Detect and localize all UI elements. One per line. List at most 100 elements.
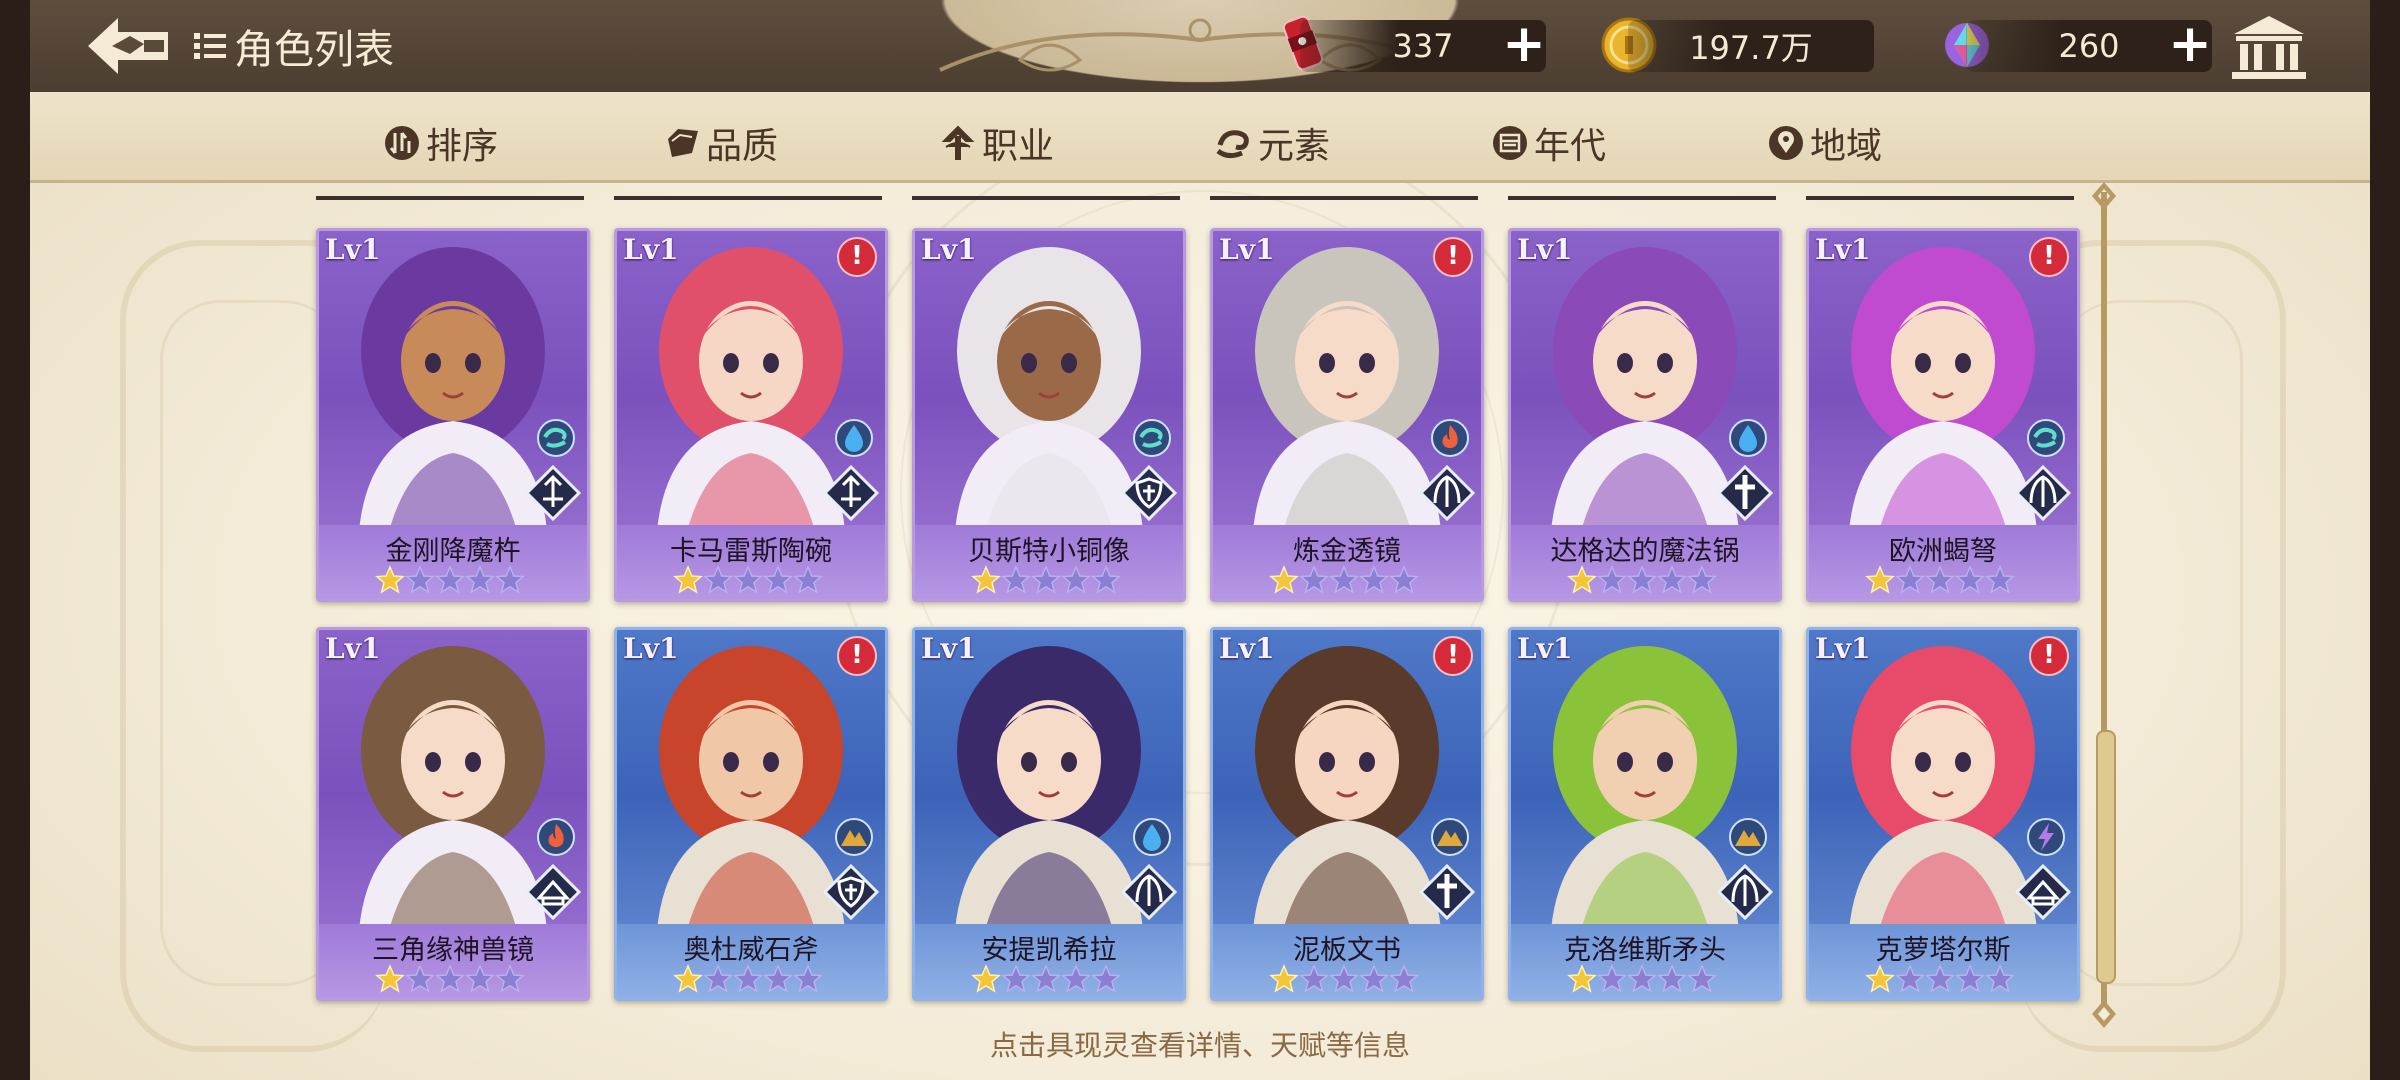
- filter-era-label: 年代: [1534, 126, 1607, 167]
- star-empty-icon: [1985, 964, 2015, 993]
- star-empty-icon: [1389, 964, 1419, 993]
- star-empty-icon: [1657, 964, 1687, 993]
- character-card[interactable]: Lv1 达格达的魔法锅: [1508, 228, 1782, 602]
- element-earth-icon: [835, 818, 873, 856]
- star-empty-icon: [1955, 565, 1985, 594]
- class-book-icon: [2014, 863, 2072, 921]
- star-rating: [1269, 964, 1419, 994]
- star-empty-icon: [703, 565, 733, 594]
- star-filled-icon: [1865, 964, 1895, 993]
- filter-quality[interactable]: 品质: [662, 116, 778, 170]
- element-earth-icon: [1729, 818, 1767, 856]
- character-name: 三角缘神兽镜: [372, 935, 534, 966]
- star-filled-icon: [1269, 565, 1299, 594]
- star-empty-icon: [1925, 565, 1955, 594]
- filter-sort[interactable]: 排序: [382, 116, 498, 170]
- level-label: Lv1: [921, 632, 977, 665]
- star-empty-icon: [1031, 565, 1061, 594]
- game-screen: 角色列表 337 + 197.7万 260 + 排序 品质 职业 元素 年代 地…: [0, 0, 2400, 1080]
- character-card[interactable]: Lv1! 奥杜威石斧: [614, 627, 888, 1001]
- character-card[interactable]: Lv1! 卡马雷斯陶碗: [614, 228, 888, 602]
- class-shield-icon: [1120, 464, 1178, 522]
- crystal-resource: 260 +: [1966, 18, 2214, 72]
- filter-region[interactable]: 地域: [1766, 116, 1882, 170]
- star-rating: [1865, 964, 2015, 994]
- energy-resource: 337 +: [1300, 18, 1548, 72]
- star-empty-icon: [1597, 964, 1627, 993]
- star-empty-icon: [1657, 565, 1687, 594]
- class-cross-icon: [1418, 863, 1476, 921]
- character-card[interactable]: Lv1! 欧洲蝎弩: [1806, 228, 2080, 602]
- character-name: 奥杜威石斧: [683, 935, 819, 966]
- alert-badge-icon: !: [837, 237, 877, 277]
- scrollbar-thumb[interactable]: [2096, 730, 2116, 984]
- star-empty-icon: [1001, 565, 1031, 594]
- back-button[interactable]: [84, 14, 174, 78]
- level-label: Lv1: [1219, 233, 1275, 266]
- class-cross-icon: [1716, 464, 1774, 522]
- character-card[interactable]: Lv1 安提凯希拉: [912, 627, 1186, 1001]
- character-card[interactable]: Lv1 克洛维斯矛头: [1508, 627, 1782, 1001]
- location-pin-icon: [1769, 126, 1803, 160]
- character-card[interactable]: Lv1! 克萝塔尔斯: [1806, 627, 2080, 1001]
- element-water-icon: [1729, 419, 1767, 457]
- element-fire-icon: [1431, 419, 1469, 457]
- class-sword-icon: [524, 464, 582, 522]
- element-swirl-icon: [1216, 130, 1249, 159]
- star-empty-icon: [405, 964, 435, 993]
- page-title: 角色列表: [192, 18, 394, 74]
- filter-region-label: 地域: [1810, 126, 1883, 167]
- element-wind-icon: [537, 419, 575, 457]
- tab-underline: [614, 196, 882, 200]
- star-empty-icon: [1359, 964, 1389, 993]
- star-filled-icon: [673, 964, 703, 993]
- element-earth-icon: [1431, 818, 1469, 856]
- alert-badge-icon: !: [837, 636, 877, 676]
- star-empty-icon: [1687, 964, 1717, 993]
- star-empty-icon: [793, 565, 823, 594]
- filter-era[interactable]: 年代: [1490, 116, 1606, 170]
- star-rating: [1269, 565, 1419, 595]
- character-card[interactable]: Lv1 金刚降魔杵: [316, 228, 590, 602]
- filter-class[interactable]: 职业: [938, 116, 1054, 170]
- right-ornament-inner: [2060, 300, 2243, 986]
- crystal-add-button[interactable]: +: [2166, 18, 2214, 70]
- class-bow-icon: [1418, 464, 1476, 522]
- star-empty-icon: [1627, 565, 1657, 594]
- character-card[interactable]: Lv1! 泥板文书: [1210, 627, 1484, 1001]
- character-name: 克萝塔尔斯: [1875, 935, 2011, 966]
- tab-underline: [1210, 196, 1478, 200]
- gold-resource: 197.7万: [1628, 20, 1874, 72]
- star-empty-icon: [1031, 964, 1061, 993]
- star-rating: [375, 964, 525, 994]
- star-rating: [673, 565, 823, 595]
- star-filled-icon: [1567, 964, 1597, 993]
- star-filled-icon: [375, 565, 405, 594]
- class-book-icon: [524, 863, 582, 921]
- star-empty-icon: [405, 565, 435, 594]
- energy-add-button[interactable]: +: [1500, 18, 1548, 70]
- left-letterbox: [0, 0, 30, 1080]
- filter-element[interactable]: 元素: [1214, 116, 1330, 170]
- level-label: Lv1: [921, 233, 977, 266]
- class-bow-icon: [1716, 863, 1774, 921]
- star-empty-icon: [1061, 565, 1091, 594]
- level-label: Lv1: [325, 233, 381, 266]
- star-empty-icon: [1895, 964, 1925, 993]
- character-name: 安提凯希拉: [981, 935, 1117, 966]
- star-empty-icon: [1299, 964, 1329, 993]
- character-card[interactable]: Lv1 贝斯特小铜像: [912, 228, 1186, 602]
- character-card[interactable]: Lv1! 炼金透镜: [1210, 228, 1484, 602]
- star-empty-icon: [1001, 964, 1031, 993]
- element-fire-icon: [537, 818, 575, 856]
- star-filled-icon: [375, 964, 405, 993]
- star-filled-icon: [673, 565, 703, 594]
- star-empty-icon: [495, 565, 525, 594]
- star-empty-icon: [1061, 964, 1091, 993]
- museum-button[interactable]: [2228, 12, 2310, 84]
- star-filled-icon: [971, 964, 1001, 993]
- star-empty-icon: [1389, 565, 1419, 594]
- character-name: 炼金透镜: [1293, 536, 1401, 567]
- character-name: 金刚降魔杵: [385, 536, 521, 567]
- character-card[interactable]: Lv1 三角缘神兽镜: [316, 627, 590, 1001]
